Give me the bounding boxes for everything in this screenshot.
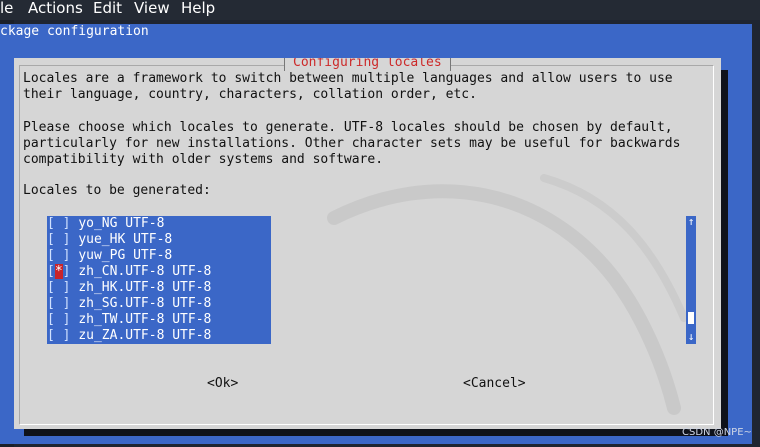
list-item[interactable]: [ ] zh_HK.UTF-8 UTF-8 bbox=[47, 280, 271, 296]
locale-name: zh_SG.UTF-8 UTF-8 bbox=[78, 296, 212, 311]
checkbox[interactable]: [ ] bbox=[47, 328, 70, 343]
list-item[interactable]: [ ] zh_TW.UTF-8 UTF-8 bbox=[47, 312, 271, 328]
list-item[interactable]: [ ] yo_NG UTF-8 bbox=[47, 216, 271, 232]
scroll-down-arrow-icon[interactable]: ↓ bbox=[686, 331, 696, 342]
checkbox[interactable]: [ ] bbox=[47, 248, 70, 263]
backtitle: ckage configuration bbox=[0, 24, 149, 39]
locale-name: zh_CN.UTF-8 UTF-8 bbox=[78, 264, 212, 279]
locales-dialog: Configuring locales Locales are a framew… bbox=[14, 58, 721, 429]
list-item-selected[interactable]: [*] zh_CN.UTF-8 UTF-8 bbox=[47, 264, 271, 280]
list-scrollbar[interactable]: ↑ ↓ bbox=[686, 216, 696, 344]
ok-button[interactable]: <Ok> bbox=[207, 376, 238, 392]
menu-file[interactable]: le bbox=[0, 0, 13, 17]
list-item[interactable]: [ ] yue_HK UTF-8 bbox=[47, 232, 271, 248]
checkbox-checked[interactable]: [*] bbox=[47, 264, 70, 279]
locale-name: yuw_PG UTF-8 bbox=[78, 248, 173, 263]
list-item[interactable]: [ ] zh_SG.UTF-8 UTF-8 bbox=[47, 296, 271, 312]
menu-edit[interactable]: Edit bbox=[93, 0, 122, 17]
menu-help[interactable]: Help bbox=[181, 0, 215, 17]
checkbox[interactable]: [ ] bbox=[47, 216, 70, 231]
locale-name: zu_ZA.UTF-8 UTF-8 bbox=[78, 328, 212, 343]
intro-text: Locales are a framework to switch betwee… bbox=[23, 71, 673, 102]
locale-list[interactable]: [ ] yo_NG UTF-8 [ ] yue_HK UTF-8 [ ] yuw… bbox=[47, 216, 271, 344]
dialog-title: Configuring locales bbox=[284, 58, 451, 71]
checkbox[interactable]: [ ] bbox=[47, 232, 70, 247]
locale-name: zh_TW.UTF-8 UTF-8 bbox=[78, 312, 212, 327]
menu-view[interactable]: View bbox=[134, 0, 170, 17]
checkbox[interactable]: [ ] bbox=[47, 312, 70, 327]
selected-mark: * bbox=[54, 264, 63, 279]
list-item[interactable]: [ ] yuw_PG UTF-8 bbox=[47, 248, 271, 264]
instructions-text: Please choose which locales to generate.… bbox=[23, 120, 681, 167]
checkbox[interactable]: [ ] bbox=[47, 296, 70, 311]
list-item[interactable]: [ ] zu_ZA.UTF-8 UTF-8 bbox=[47, 328, 271, 344]
cancel-button[interactable]: <Cancel> bbox=[463, 376, 526, 392]
menu-actions[interactable]: Actions bbox=[28, 0, 83, 17]
checkbox[interactable]: [ ] bbox=[47, 280, 70, 295]
locale-name: yue_HK UTF-8 bbox=[78, 232, 173, 247]
scroll-up-arrow-icon[interactable]: ↑ bbox=[686, 216, 696, 227]
menu-bar: le Actions Edit View Help bbox=[0, 0, 760, 20]
list-label: Locales to be generated: bbox=[23, 183, 211, 198]
locale-name: yo_NG UTF-8 bbox=[78, 216, 165, 231]
watermark: CSDN @NPE~ bbox=[682, 427, 752, 438]
locale-name: zh_HK.UTF-8 UTF-8 bbox=[78, 280, 212, 295]
scroll-thumb[interactable] bbox=[688, 312, 694, 324]
